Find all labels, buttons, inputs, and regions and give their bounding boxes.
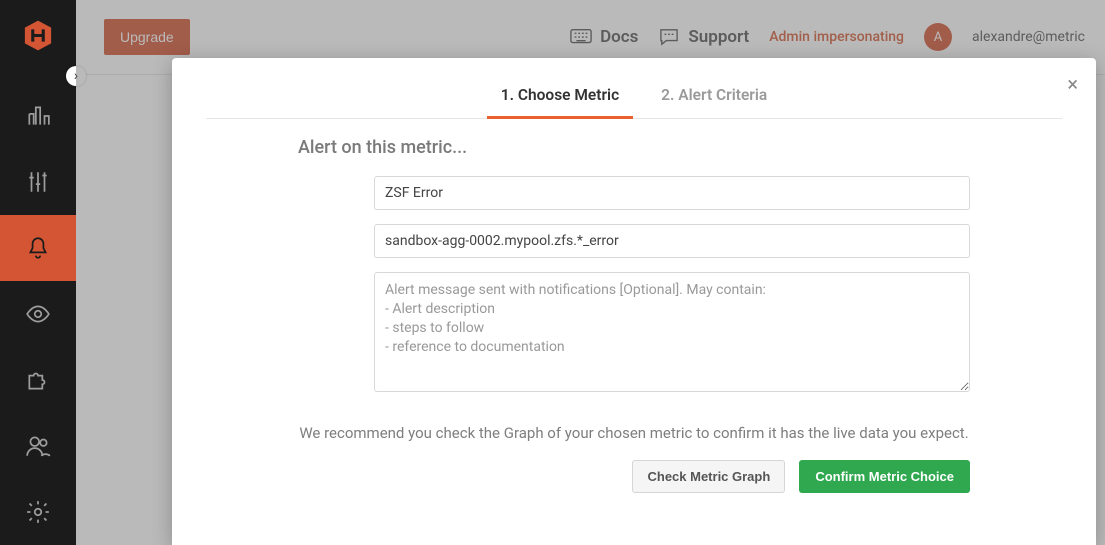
modal-body: Alert on this metric... We recommend you… — [206, 137, 1062, 493]
nav-dashboards[interactable] — [0, 83, 76, 149]
eye-icon — [25, 301, 51, 327]
sliders-icon — [25, 169, 51, 195]
nav-integrations[interactable] — [0, 347, 76, 413]
gear-icon — [25, 499, 51, 525]
section-title: Alert on this metric... — [298, 137, 970, 158]
bell-icon — [25, 235, 51, 261]
nav-watch[interactable] — [0, 281, 76, 347]
create-alert-modal: × 1. Choose Metric 2. Alert Criteria Ale… — [172, 58, 1096, 545]
metric-path-input[interactable] — [374, 224, 970, 258]
puzzle-icon — [25, 367, 51, 393]
nav-users[interactable] — [0, 413, 76, 479]
tab-alert-criteria[interactable]: 2. Alert Criteria — [655, 82, 773, 118]
alert-message-textarea[interactable] — [374, 272, 970, 392]
confirm-metric-choice-button[interactable]: Confirm Metric Choice — [799, 460, 970, 493]
form-column — [374, 176, 970, 392]
nav-metrics[interactable] — [0, 149, 76, 215]
recommend-text: We recommend you check the Graph of your… — [298, 424, 970, 442]
close-icon[interactable]: × — [1067, 72, 1078, 96]
modal-actions: Check Metric Graph Confirm Metric Choice — [298, 442, 970, 493]
sidebar-nav — [0, 83, 76, 545]
nav-settings[interactable] — [0, 479, 76, 545]
nav-alerts[interactable] — [0, 215, 76, 281]
modal-tabs: 1. Choose Metric 2. Alert Criteria — [206, 82, 1062, 119]
tab-choose-metric[interactable]: 1. Choose Metric — [495, 82, 625, 118]
logo-icon — [18, 18, 58, 53]
check-metric-graph-button[interactable]: Check Metric Graph — [632, 460, 785, 493]
users-icon — [25, 433, 51, 459]
sidebar: › — [0, 0, 76, 545]
metric-name-input[interactable] — [374, 176, 970, 210]
bar-chart-icon — [25, 103, 51, 129]
modal-overlay: × 1. Choose Metric 2. Alert Criteria Ale… — [76, 0, 1105, 545]
